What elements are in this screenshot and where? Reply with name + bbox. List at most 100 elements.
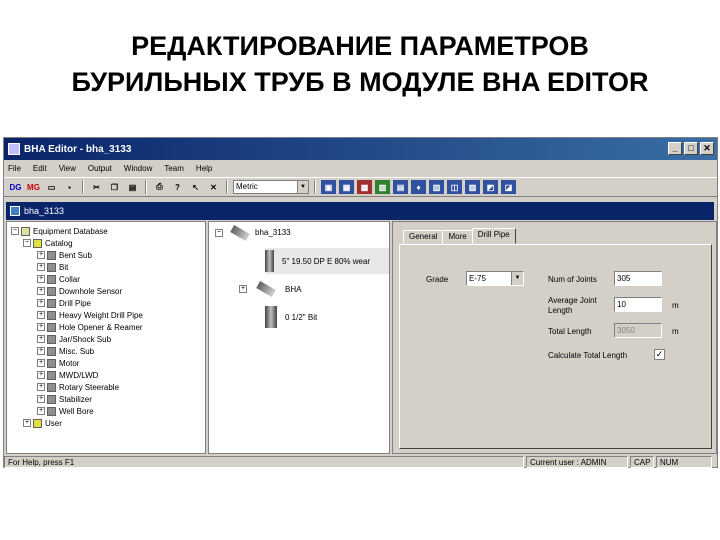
expand-icon[interactable]: + — [37, 347, 45, 355]
units-combo[interactable]: Metric ▼ — [233, 180, 309, 194]
avg-joint-input[interactable]: 10 — [614, 297, 662, 312]
module-report-icon[interactable]: ▨ — [465, 180, 480, 194]
expand-icon[interactable]: + — [37, 323, 45, 331]
tree-item-mwd-lwd[interactable]: + MWD/LWD — [37, 369, 98, 381]
avg-joint-label-length: Length — [548, 306, 573, 315]
tab-more[interactable]: More — [442, 230, 473, 244]
expand-icon[interactable]: + — [37, 275, 45, 283]
grade-combo[interactable]: E-75 ▼ — [466, 271, 524, 286]
close-button[interactable]: ✕ — [700, 142, 714, 155]
collapse-icon[interactable]: − — [11, 227, 19, 235]
tree-item-misc-sub[interactable]: + Misc. Sub — [37, 345, 94, 357]
copy-icon[interactable]: ❐ — [107, 180, 122, 194]
minimize-button[interactable]: _ — [668, 142, 682, 155]
tree-item-motor[interactable]: + Motor — [37, 357, 79, 369]
calc-total-length-checkbox[interactable]: ✓ — [654, 349, 665, 360]
tree-item-hwdp[interactable]: + Heavy Weight Drill Pipe — [37, 309, 143, 321]
expand-icon[interactable]: + — [37, 251, 45, 259]
chevron-down-icon[interactable]: ▼ — [511, 272, 523, 285]
context-help-icon[interactable]: ↖ — [188, 180, 203, 194]
tree-item-bent-sub[interactable]: + Bent Sub — [37, 249, 92, 261]
drill-pipe-tab-body: Grade E-75 ▼ Num of Joints 305 Average J… — [399, 244, 712, 449]
dg-button[interactable]: DG — [8, 180, 23, 194]
menu-team[interactable]: Team — [164, 164, 184, 173]
expand-icon[interactable]: + — [37, 383, 45, 391]
bha-assembly-icon — [230, 224, 250, 241]
tree-user[interactable]: + User — [23, 417, 62, 429]
tree-item-hole-opener[interactable]: + Hole Opener & Reamer — [37, 321, 143, 333]
module-chart-icon[interactable]: ◩ — [483, 180, 498, 194]
menu-edit[interactable]: Edit — [33, 164, 47, 173]
module-survey-icon[interactable]: ▧ — [375, 180, 390, 194]
maximize-button[interactable]: □ — [684, 142, 698, 155]
save-icon[interactable]: ▪ — [62, 180, 77, 194]
chevron-down-icon[interactable]: ▼ — [297, 181, 308, 193]
tab-drill-pipe[interactable]: Drill Pipe — [471, 228, 516, 244]
rotary-steerable-icon — [47, 382, 56, 392]
tree-item-stabilizer[interactable]: + Stabilizer — [37, 393, 92, 405]
tree-item-rotary-steerable[interactable]: + Rotary Steerable — [37, 381, 119, 393]
tree-item-jar[interactable]: + Jar/Shock Sub — [37, 333, 111, 345]
module-bha-icon[interactable]: ▥ — [429, 180, 444, 194]
menu-file[interactable]: File — [8, 164, 21, 173]
collapse-icon[interactable]: − — [23, 239, 31, 247]
module-stress-icon[interactable]: ▩ — [357, 180, 372, 194]
misc-sub-icon — [47, 346, 56, 356]
module-well-icon[interactable]: ♦ — [411, 180, 426, 194]
expand-icon[interactable]: + — [37, 407, 45, 415]
menu-help[interactable]: Help — [196, 164, 212, 173]
print-icon[interactable]: ⎙ — [152, 180, 167, 194]
bha-item-bit[interactable]: 0 1/2" Bit — [265, 304, 317, 330]
module-drag-icon[interactable]: ◫ — [447, 180, 462, 194]
bha-root[interactable]: − bha_3133 — [215, 224, 291, 241]
tab-general[interactable]: General — [403, 230, 444, 244]
avg-joint-unit: m — [672, 301, 679, 310]
expand-icon[interactable]: + — [37, 263, 45, 271]
tree-item-drill-pipe[interactable]: + Drill Pipe — [37, 297, 91, 309]
expand-icon[interactable]: + — [37, 395, 45, 403]
bha-icon — [256, 281, 276, 297]
expand-icon[interactable]: + — [37, 311, 45, 319]
paste-icon[interactable]: ▤ — [125, 180, 140, 194]
tree-catalog[interactable]: − Catalog — [23, 237, 73, 249]
num-joints-input[interactable]: 305 — [614, 271, 662, 286]
expand-icon[interactable]: + — [37, 287, 45, 295]
bha-item-bha[interactable]: + BHA — [239, 276, 301, 302]
hole-opener-icon — [47, 322, 56, 332]
module-hydraulics-icon[interactable]: ▦ — [339, 180, 354, 194]
bit-icon — [265, 306, 277, 328]
menu-window[interactable]: Window — [124, 164, 152, 173]
total-length-label: Total Length — [548, 327, 592, 336]
database-icon — [21, 226, 30, 236]
grade-label: Grade — [426, 275, 449, 284]
expand-icon[interactable]: + — [37, 359, 45, 367]
delete-icon[interactable]: ✕ — [206, 180, 221, 194]
document-title: bha_3133 — [24, 206, 65, 216]
menu-view[interactable]: View — [59, 164, 76, 173]
collapse-icon[interactable]: − — [215, 228, 223, 237]
module-torque-icon[interactable]: ▣ — [321, 180, 336, 194]
calc-total-length-label: Calculate Total Length — [548, 351, 628, 360]
expand-icon[interactable]: + — [37, 335, 45, 343]
module-casing-icon[interactable]: ▤ — [393, 180, 408, 194]
tree-root[interactable]: − Equipment Database — [11, 225, 108, 237]
tree-item-collar[interactable]: + Collar — [37, 273, 80, 285]
expand-icon[interactable]: + — [239, 285, 247, 293]
collar-icon — [47, 274, 56, 284]
expand-icon[interactable]: + — [37, 299, 45, 307]
expand-icon[interactable]: + — [37, 371, 45, 379]
tree-item-well-bore[interactable]: + Well Bore — [37, 405, 94, 417]
open-icon[interactable]: ▭ — [44, 180, 59, 194]
mg-button[interactable]: MG — [26, 180, 41, 194]
bha-item-drill-pipe[interactable]: 5" 19.50 DP E 80% wear — [265, 248, 389, 274]
expand-icon[interactable]: + — [23, 419, 31, 427]
document-titlebar[interactable]: bha_3133 — [6, 202, 714, 220]
cut-icon[interactable]: ✂ — [89, 180, 104, 194]
tree-item-downhole-sensor[interactable]: + Downhole Sensor — [37, 285, 122, 297]
help-icon[interactable]: ? — [170, 180, 185, 194]
window-titlebar[interactable]: BHA Editor - bha_3133 _ □ ✕ — [4, 138, 717, 160]
property-tabs: General More Drill Pipe — [403, 228, 516, 244]
menu-output[interactable]: Output — [88, 164, 112, 173]
tree-item-bit[interactable]: + Bit — [37, 261, 68, 273]
module-plot-icon[interactable]: ◪ — [501, 180, 516, 194]
